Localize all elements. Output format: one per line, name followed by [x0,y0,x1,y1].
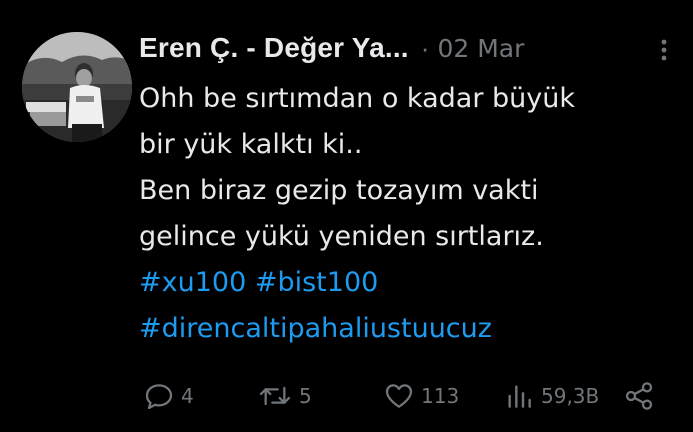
profile-photo-avatar [22,32,132,142]
tweet-card[interactable]: Eren Ç. - Değer Ya... · 02 Mar Ohh be sı… [0,0,693,432]
views-chart-icon [508,385,531,408]
tweet-actions: 4 5 113 59,3B [139,378,679,414]
like-button[interactable]: 113 [383,378,459,414]
tweet-text-line: Ben biraz gezip tozayım vakti [139,175,539,206]
tweet-text-line: gelince yükü yeniden sırtlarız. [139,221,544,252]
tweet-text: Ohh be sırtımdan o kadar büyük bir yük k… [139,76,684,352]
reply-button[interactable]: 4 [143,378,194,414]
hashtag-line: #direncaltipahaliustuucuz [139,306,684,352]
reply-count: 4 [181,384,194,408]
retweet-button[interactable]: 5 [257,378,312,414]
tweet-date[interactable]: 02 Mar [437,34,524,63]
author-display-name[interactable]: Eren Ç. - Değer Ya... [139,32,409,64]
views-button[interactable]: 59,3B [503,378,599,414]
share-button[interactable] [623,378,655,414]
heart-icon [385,384,413,408]
views-count: 59,3B [541,384,600,408]
tweet-text-line: bir yük kalktı ki.. [139,129,363,160]
more-options-icon[interactable] [652,38,676,66]
hashtag-link[interactable]: #xu100 [139,267,246,298]
avatar[interactable] [22,32,132,142]
tweet-text-line: Ohh be sırtımdan o kadar büyük [139,83,575,114]
hashtag-link[interactable]: #direncaltipahaliustuucuz [139,313,492,344]
header-separator: · [420,32,430,63]
hashtag-link[interactable]: #bist100 [255,267,378,298]
retweet-icon [259,386,291,406]
retweet-count: 5 [299,384,312,408]
reply-icon [145,384,173,410]
share-icon [625,382,653,410]
hashtag-line: #xu100 #bist100 [139,260,684,306]
tweet-header: Eren Ç. - Değer Ya... · 02 Mar [139,28,679,68]
like-count: 113 [421,384,460,408]
